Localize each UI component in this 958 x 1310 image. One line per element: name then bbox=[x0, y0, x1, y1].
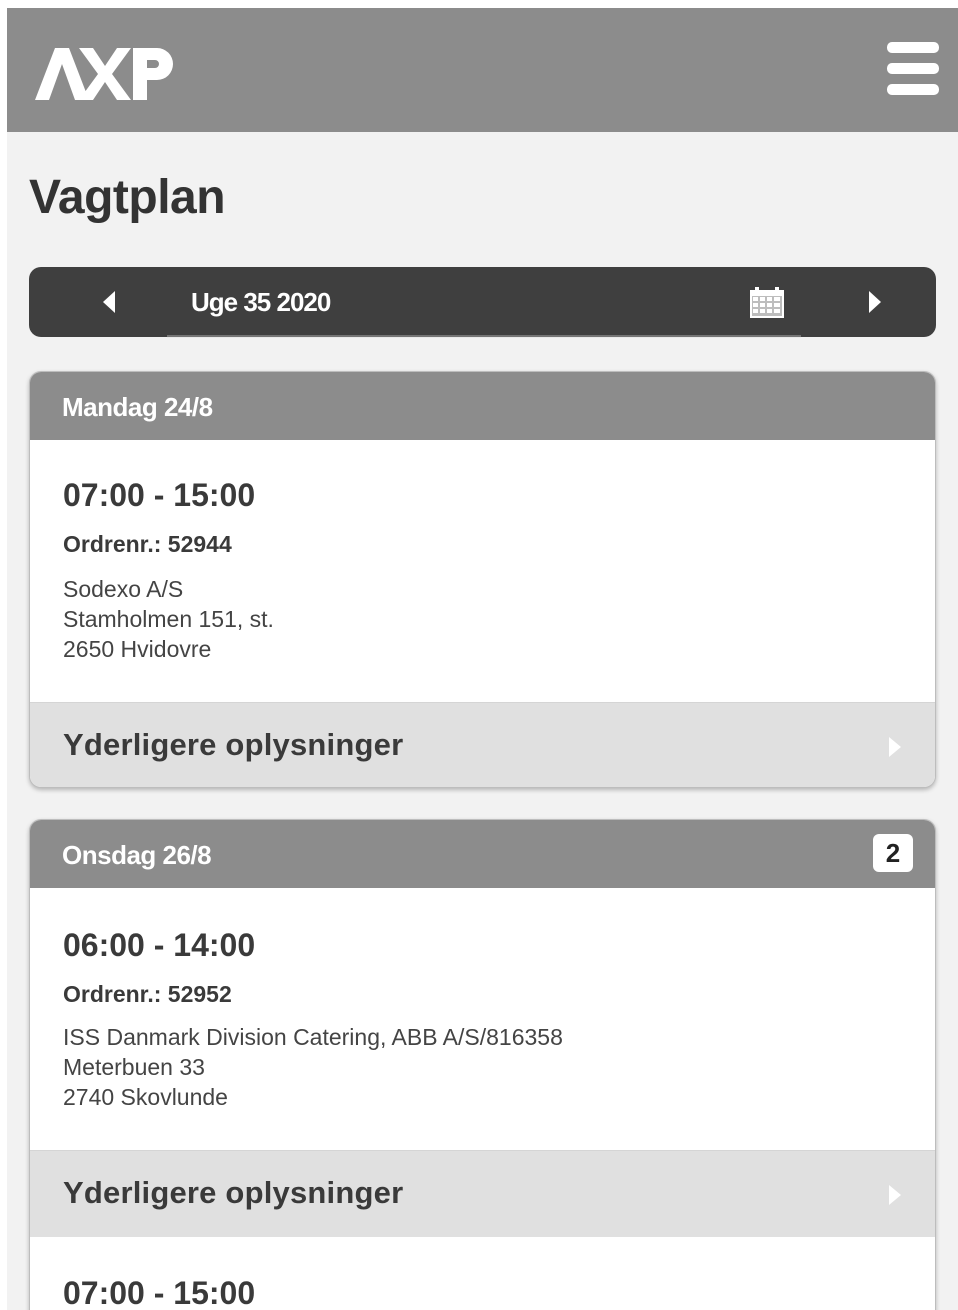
more-info-label: Yderligere oplysninger bbox=[63, 727, 404, 762]
triangle-left-icon bbox=[103, 291, 115, 313]
chevron-right-icon bbox=[889, 1185, 901, 1205]
next-week-button[interactable] bbox=[837, 267, 907, 337]
chevron-right-icon bbox=[889, 737, 901, 757]
shift-time: 06:00 - 14:00 bbox=[63, 927, 256, 963]
app-frame: Vagtplan Uge 35 2020 Mandag 24/8 07:00 -… bbox=[7, 8, 958, 1310]
calendar-icon[interactable] bbox=[749, 287, 785, 319]
order-number: Ordrenr.: 52952 bbox=[63, 981, 232, 1007]
day-card-header: Onsdag 26/8 2 bbox=[30, 820, 935, 888]
week-navigator: Uge 35 2020 bbox=[29, 267, 936, 338]
previous-week-button[interactable] bbox=[77, 267, 147, 337]
order-number: Ordrenr.: 52944 bbox=[63, 531, 232, 557]
address-line: Meterbuen 33 bbox=[63, 1054, 205, 1080]
day-label: Onsdag 26/8 bbox=[62, 840, 212, 870]
address-line: Stamholmen 151, st. bbox=[63, 606, 274, 632]
shift-count-badge: 2 bbox=[873, 834, 913, 872]
address-line: Sodexo A/S bbox=[63, 576, 184, 602]
hamburger-menu-icon[interactable] bbox=[883, 38, 943, 98]
day-card: Mandag 24/8 07:00 - 15:00 Ordrenr.: 5294… bbox=[29, 371, 936, 788]
address-line: ISS Danmark Division Catering, ABB A/S/8… bbox=[63, 1024, 563, 1050]
top-bar bbox=[7, 8, 958, 132]
triangle-right-icon bbox=[869, 291, 881, 313]
address-line: 2740 Skovlunde bbox=[63, 1084, 228, 1110]
more-info-label: Yderligere oplysninger bbox=[63, 1175, 404, 1210]
page-title: Vagtplan bbox=[29, 171, 226, 224]
week-label-underline bbox=[167, 335, 801, 338]
shift-time: 07:00 - 15:00 bbox=[63, 477, 256, 513]
axp-logo bbox=[35, 48, 173, 100]
shift-time: 07:00 - 15:00 bbox=[63, 1275, 256, 1310]
more-info-button[interactable]: Yderligere oplysninger bbox=[30, 702, 935, 787]
more-info-button[interactable]: Yderligere oplysninger bbox=[30, 1150, 935, 1237]
week-label[interactable]: Uge 35 2020 bbox=[191, 287, 331, 318]
day-card: Onsdag 26/8 2 06:00 - 14:00 Ordrenr.: 52… bbox=[29, 819, 936, 1310]
day-card-header: Mandag 24/8 bbox=[30, 372, 935, 440]
address-line: 2650 Hvidovre bbox=[63, 636, 212, 662]
day-label: Mandag 24/8 bbox=[62, 392, 213, 422]
